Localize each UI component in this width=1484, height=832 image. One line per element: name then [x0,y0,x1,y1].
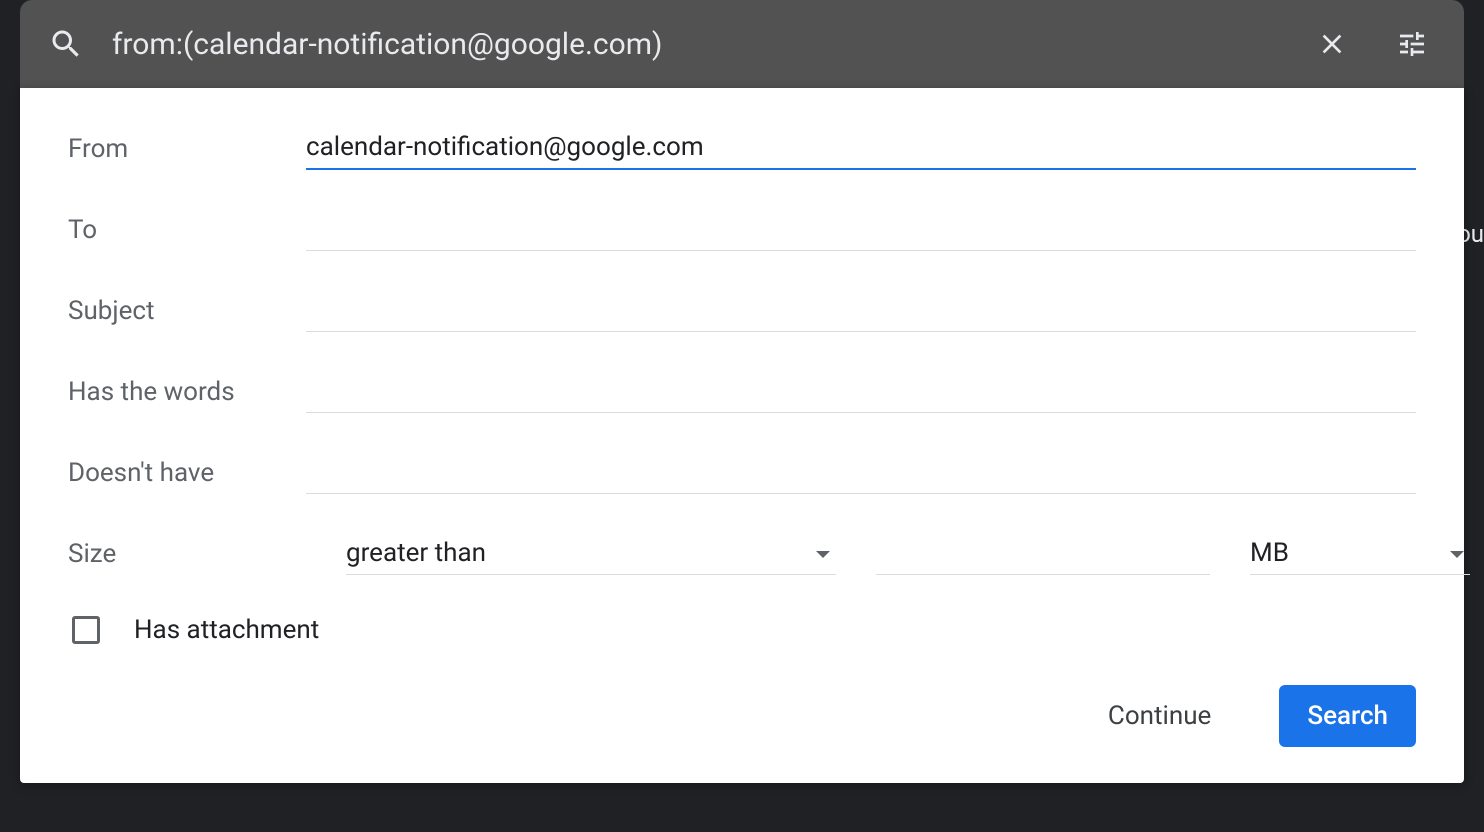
size-unit-select[interactable]: MB [1250,534,1470,575]
subject-row: Subject [68,291,1416,332]
close-icon [1316,28,1348,60]
size-comparator-select[interactable]: greater than [346,534,836,575]
size-comparator-value: greater than [346,534,816,574]
filter-panel: From To Subject Has the words Doesn't ha… [20,88,1464,783]
search-icon [48,26,84,62]
button-row: Continue Search [68,685,1416,747]
to-row: To [68,210,1416,251]
has-words-row: Has the words [68,372,1416,413]
from-input[interactable] [306,128,1416,170]
size-unit-value: MB [1250,534,1450,574]
search-button[interactable]: Search [1279,685,1416,747]
has-attachment-row: Has attachment [68,615,1416,645]
has-attachment-label: Has attachment [134,615,319,645]
chevron-down-icon [1450,551,1464,558]
from-label: From [68,134,306,170]
to-input[interactable] [306,210,1416,251]
search-actions [1308,20,1436,68]
size-label: Size [68,539,306,575]
size-value-input[interactable] [876,534,1210,575]
continue-button[interactable]: Continue [1080,685,1239,747]
size-row: Size greater than MB [68,534,1416,575]
chevron-down-icon [816,551,830,558]
doesnt-have-row: Doesn't have [68,453,1416,494]
doesnt-have-label: Doesn't have [68,458,306,494]
search-bar [20,0,1464,88]
search-input[interactable] [84,27,1308,62]
subject-label: Subject [68,296,306,332]
subject-input[interactable] [306,291,1416,332]
doesnt-have-input[interactable] [306,453,1416,494]
search-options-button[interactable] [1388,20,1436,68]
has-words-label: Has the words [68,377,306,413]
to-label: To [68,215,306,251]
has-attachment-checkbox[interactable] [72,616,100,644]
from-row: From [68,128,1416,170]
clear-search-button[interactable] [1308,20,1356,68]
has-words-input[interactable] [306,372,1416,413]
tune-icon [1396,28,1428,60]
